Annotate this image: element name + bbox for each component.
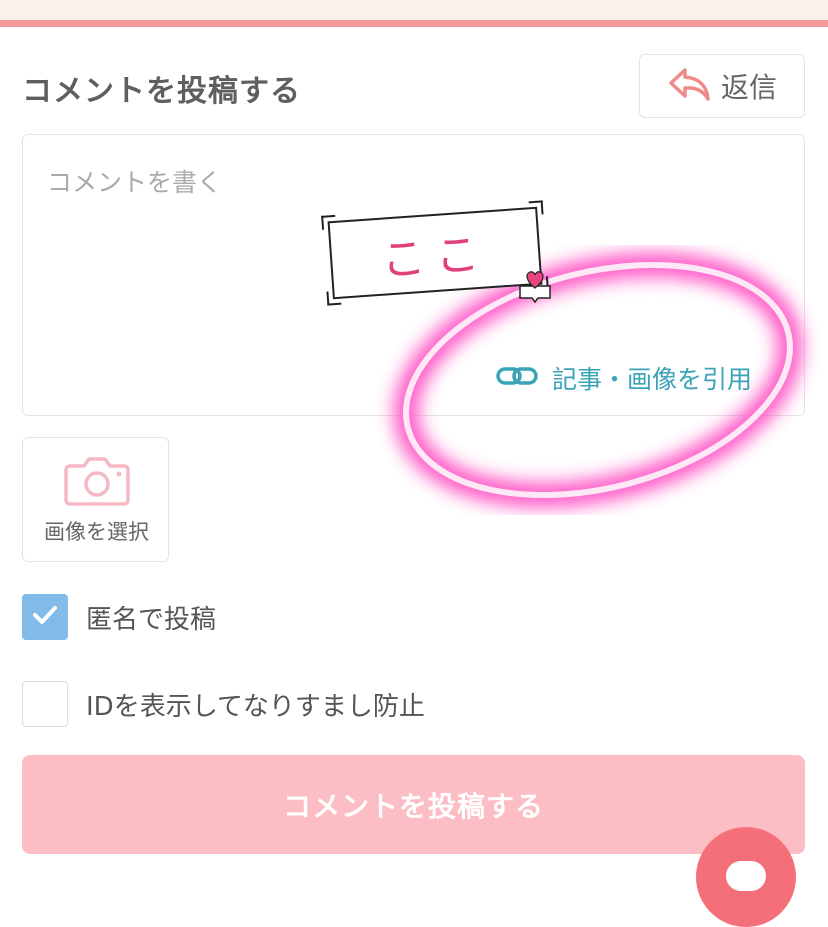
chat-fab-button[interactable] <box>696 827 796 927</box>
corner-mark <box>321 214 337 230</box>
show-id-option: IDを表示してなりすまし防止 <box>22 681 425 727</box>
anonymous-option: 匿名で投稿 <box>22 594 216 640</box>
chat-bubble-icon <box>726 861 766 891</box>
annotation-label-text: ここ <box>379 228 491 287</box>
select-image-label: 画像を選択 <box>44 520 149 544</box>
show-id-checkbox[interactable] <box>22 681 68 727</box>
corner-mark <box>326 290 342 306</box>
reply-arrow-icon <box>667 66 711 106</box>
page-title: コメントを投稿する <box>22 74 301 109</box>
anonymous-checkbox[interactable] <box>22 594 68 640</box>
submit-comment-button[interactable]: コメントを投稿する <box>22 755 805 854</box>
annotation-label-box: ここ <box>321 200 549 306</box>
top-accent-line <box>0 20 828 27</box>
corner-mark <box>528 200 544 216</box>
comment-placeholder: コメントを書く <box>47 168 223 197</box>
select-image-button[interactable]: 画像を選択 <box>22 437 169 562</box>
top-bar <box>0 0 828 20</box>
show-id-label: IDを表示してなりすまし防止 <box>86 691 425 722</box>
anonymous-label: 匿名で投稿 <box>86 604 217 635</box>
reply-button[interactable]: 返信 <box>639 54 805 118</box>
reply-button-label: 返信 <box>720 71 777 104</box>
heart-icon <box>516 266 554 308</box>
camera-icon <box>64 454 130 510</box>
check-icon <box>32 605 58 629</box>
